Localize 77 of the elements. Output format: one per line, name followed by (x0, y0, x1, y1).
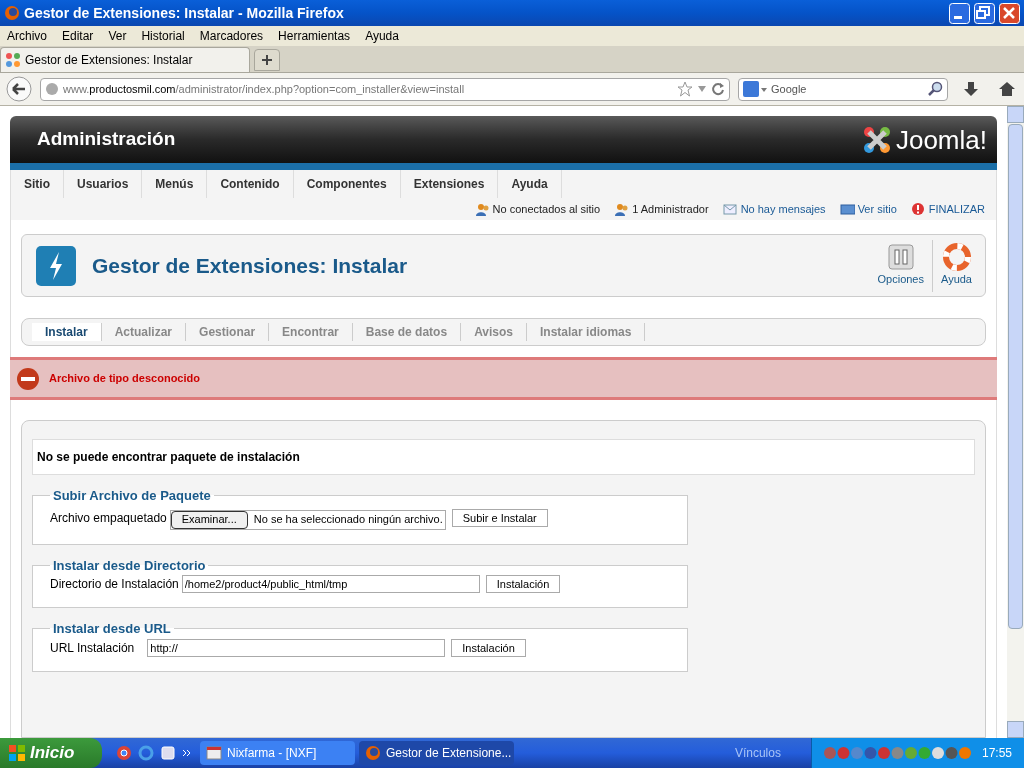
error-banner: Archivo de tipo desconocido (10, 357, 997, 400)
menu-tab[interactable]: Usuarios (64, 170, 143, 198)
chevron-icon[interactable] (182, 748, 192, 758)
toolbar-button[interactable]: Ayuda (932, 239, 980, 292)
globe-icon (45, 82, 59, 96)
search-field[interactable]: Google (738, 77, 948, 101)
lifebuoy-icon (942, 243, 971, 272)
joomla-logo-icon (861, 124, 892, 155)
menu-item[interactable]: Archivo (7, 27, 47, 45)
text-input[interactable]: /home2/product4/public_html/tmp (181, 575, 480, 593)
menu-item[interactable]: Marcadores (199, 27, 264, 45)
menu-item[interactable]: Ver (108, 27, 127, 45)
notice-message: No se puede encontrar paquete de instalación (32, 439, 975, 475)
dropdown-icon[interactable] (697, 84, 707, 94)
submit-button[interactable]: Instalación (485, 575, 561, 593)
clock: 17:55 (981, 745, 1012, 762)
taskbar-button[interactable]: Gestor de Extensione... (359, 741, 514, 765)
admin-title: Administración (37, 127, 176, 152)
options-icon (886, 243, 915, 272)
reload-icon[interactable] (711, 82, 725, 96)
envelope-icon (722, 201, 738, 217)
firefox-icon (365, 745, 381, 761)
app-icon[interactable] (160, 745, 176, 761)
search-icon[interactable] (927, 81, 943, 97)
browser-e-icon[interactable] (138, 745, 154, 761)
plus-icon (262, 55, 272, 65)
lightning-icon (35, 244, 77, 287)
menu-tab[interactable]: Contenido (207, 170, 294, 198)
field-label: URL Instalación (50, 639, 135, 657)
submit-button[interactable]: Subir e Instalar (451, 508, 548, 527)
field-label: Archivo empaquetado (50, 509, 167, 527)
file-input[interactable]: Examinar... No se ha seleccionado ningún archivo. (169, 509, 446, 530)
status-text: 1 Administrador (632, 201, 709, 217)
new-tab-button[interactable] (254, 49, 280, 71)
search-engine-icon (743, 81, 767, 97)
menu-item[interactable]: Ayuda (365, 27, 399, 45)
status-text: No conectados al sitio (492, 201, 601, 217)
scrollbar[interactable] (1007, 106, 1024, 738)
monitor-icon (839, 201, 855, 217)
chrome-icon[interactable] (116, 745, 132, 761)
back-icon[interactable] (6, 76, 32, 102)
minimize-button[interactable] (949, 2, 970, 24)
toolbar-button[interactable]: Opciones (869, 239, 932, 292)
menu-tab[interactable]: Ayuda (498, 170, 562, 198)
download-icon[interactable] (962, 80, 980, 98)
status-link[interactable]: FINALIZAR (928, 200, 985, 218)
windows-logo-icon (8, 744, 26, 762)
star-icon[interactable] (677, 81, 693, 97)
menu-tab[interactable]: Componentes (293, 170, 401, 198)
error-icon (16, 366, 40, 391)
maximize-button[interactable] (974, 2, 995, 24)
field-label: Directorio de Instalación (50, 576, 179, 593)
window-title: Gestor de Extensiones: Instalar - Mozilla Firefox (24, 3, 345, 23)
text-input[interactable]: http:// (147, 638, 446, 657)
menu-tab[interactable]: Extensiones (400, 170, 499, 198)
power-icon (910, 201, 926, 217)
users-icon (614, 201, 630, 217)
app-window-icon (206, 745, 222, 761)
page-title: Gestor de Extensiones: Instalar (92, 252, 409, 279)
menu-tab[interactable]: Sitio (11, 170, 64, 198)
status-link[interactable]: Ver sitio (857, 200, 897, 218)
submit-button[interactable]: Instalación (451, 638, 526, 657)
users-icon (474, 201, 490, 217)
firefox-icon (4, 5, 20, 21)
status-link[interactable]: No hay mensajes (740, 200, 826, 218)
submenu-tab[interactable]: Instalar (32, 323, 102, 341)
taskbar-button[interactable]: Nixfarma - [NXF] (200, 741, 355, 765)
close-button[interactable] (999, 2, 1020, 24)
menu-tab[interactable]: Menús (142, 170, 208, 198)
start-button[interactable]: Inicio (0, 738, 102, 768)
menu-item[interactable]: Editar (62, 27, 94, 45)
browser-tab[interactable]: Gestor de Extensiones: Instalar (0, 47, 250, 72)
menu-item[interactable]: Historial (141, 27, 185, 45)
home-icon[interactable] (998, 80, 1016, 98)
joomla-icon (5, 52, 21, 68)
menu-item[interactable]: Herramientas (278, 27, 351, 45)
logo-text: Joomla! (895, 126, 987, 153)
